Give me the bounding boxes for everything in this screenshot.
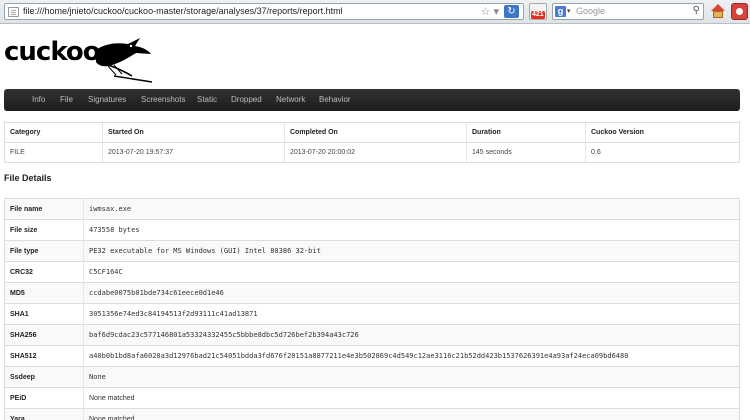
crc32-value: C5CF164C xyxy=(83,261,740,283)
search-engine-icon[interactable]: g ▾ xyxy=(555,6,573,17)
reload-icon[interactable]: ↻ xyxy=(504,5,519,18)
file-type-label: File type xyxy=(4,240,84,262)
ssdeep-value: None xyxy=(83,366,740,388)
address-bar[interactable]: file:///home/jnieto/cuckoo/cuckoo-master… xyxy=(4,3,524,20)
sha512-value: a40b0b1bd8afa6020a3d12976bad21c54051bdda… xyxy=(83,345,740,367)
nav-screenshots[interactable]: Screenshots xyxy=(141,95,185,104)
nav-static[interactable]: Static xyxy=(197,95,217,104)
table-row: CRC32 C5CF164C xyxy=(4,261,740,283)
table-row: SHA512 a40b0b1bd8afa6020a3d12976bad21c54… xyxy=(4,345,740,367)
addon-badge-button[interactable]: 421 xyxy=(529,3,547,20)
file-size-value: 473558 bytes xyxy=(83,219,740,241)
search-input[interactable]: Google xyxy=(576,6,605,16)
file-details-table: File name iwmsax.exe File size 473558 by… xyxy=(4,198,740,420)
table-row: File name iwmsax.exe xyxy=(4,198,740,220)
header-cuckoo-version: Cuckoo Version xyxy=(585,122,740,143)
table-row: PEiD None matched xyxy=(4,387,740,409)
table-row: SHA256 baf6d9cdac23c577146801a5332433245… xyxy=(4,324,740,346)
started-on-value: 2013-07-20 19:57:37 xyxy=(102,142,285,163)
address-bar-url[interactable]: file:///home/jnieto/cuckoo/cuckoo-master… xyxy=(23,6,343,16)
duration-value: 145 seconds xyxy=(466,142,586,163)
search-icon[interactable]: ⚲ xyxy=(693,5,700,16)
crc32-label: CRC32 xyxy=(4,261,84,283)
search-bar[interactable]: g ▾ Google ⚲ xyxy=(552,3,704,20)
nav-signatures[interactable]: Signatures xyxy=(88,95,126,104)
file-details-title: File Details xyxy=(4,173,52,183)
sha1-value: 3051356e74ed3c84194513f2d93111c41ad13871 xyxy=(83,303,740,325)
header-completed-on: Completed On xyxy=(284,122,467,143)
nav-file[interactable]: File xyxy=(60,95,73,104)
file-size-label: File size xyxy=(4,219,84,241)
nav-behavior[interactable]: Behavior xyxy=(319,95,351,104)
cuckoo-bird-icon xyxy=(96,38,153,83)
table-row: File type PE32 executable for MS Windows… xyxy=(4,240,740,262)
header-duration: Duration xyxy=(466,122,586,143)
header-category: Category xyxy=(10,129,41,136)
table-row: Ssdeep None xyxy=(4,366,740,388)
md5-value: ccdabe0075b01bde734c61eece0d1e46 xyxy=(83,282,740,304)
category-value: FILE xyxy=(4,142,103,163)
nav-info[interactable]: Info xyxy=(32,95,45,104)
report-navbar: Info File Signatures Screenshots Static … xyxy=(4,89,740,111)
file-type-value: PE32 executable for MS Windows (GUI) Int… xyxy=(83,240,740,262)
table-row: SHA1 3051356e74ed3c84194513f2d93111c41ad… xyxy=(4,303,740,325)
table-row: MD5 ccdabe0075b01bde734c61eece0d1e46 xyxy=(4,282,740,304)
browser-toolbar: file:///home/jnieto/cuckoo/cuckoo-master… xyxy=(0,0,750,24)
sha1-label: SHA1 xyxy=(4,303,84,325)
bookmark-star-icon[interactable]: ☆ ▾ xyxy=(481,5,499,18)
page-file-icon xyxy=(8,7,19,17)
cuckoo-logo[interactable]: cuckoo xyxy=(4,32,154,84)
sha256-label: SHA256 xyxy=(4,324,84,346)
table-row: File size 473558 bytes xyxy=(4,219,740,241)
addon-icon[interactable] xyxy=(731,3,748,20)
yara-value: None matched xyxy=(83,408,740,420)
table-row: Yara None matched xyxy=(4,408,740,420)
peid-value: None matched xyxy=(83,387,740,409)
file-name-label: File name xyxy=(4,198,84,220)
analysis-info-table: Category Started On Completed On Duratio… xyxy=(4,122,740,163)
table-header-row: Category Started On Completed On Duratio… xyxy=(5,122,740,143)
completed-on-value: 2013-07-20 20:00:02 xyxy=(284,142,467,163)
addon-badge-count: 421 xyxy=(531,11,545,19)
yara-label: Yara xyxy=(4,408,84,420)
peid-label: PEiD xyxy=(4,387,84,409)
header-started-on: Started On xyxy=(102,122,285,143)
table-row: FILE 2013-07-20 19:57:37 2013-07-20 20:0… xyxy=(4,142,740,163)
file-name-value: iwmsax.exe xyxy=(83,198,740,220)
nav-dropped[interactable]: Dropped xyxy=(231,95,262,104)
sha512-label: SHA512 xyxy=(4,345,84,367)
nav-network[interactable]: Network xyxy=(276,95,305,104)
md5-label: MD5 xyxy=(4,282,84,304)
sha256-value: baf6d9cdac23c577146801a53324332455c5bbbe… xyxy=(83,324,740,346)
cuckoo-version-value: 0.6 xyxy=(585,142,740,163)
home-icon[interactable] xyxy=(709,3,727,20)
ssdeep-label: Ssdeep xyxy=(4,366,84,388)
